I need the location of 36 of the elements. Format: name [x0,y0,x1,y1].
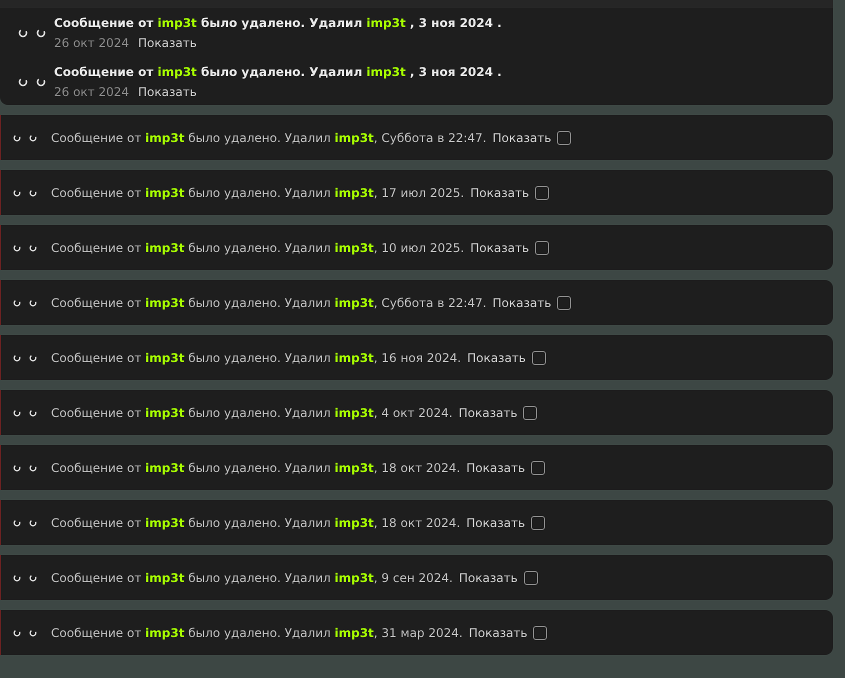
checkbox[interactable] [535,240,550,254]
deleted-message-text: Сообщение от imp3t было удалено. Удалил imp3t, 18 окт 2024. [51,516,460,530]
show-link[interactable]: Показать [470,240,530,254]
show-link[interactable]: Показать [467,350,526,364]
checkbox[interactable] [531,460,546,474]
checkbox[interactable] [557,130,572,144]
checkbox[interactable] [533,626,548,640]
checkbox[interactable] [523,406,538,420]
show-link[interactable]: Показать [138,85,197,99]
deleted-message-text: Сообщение от imp3t было удалено. Удалил imp3t, 17 июл 2025. [51,186,464,200]
checkbox[interactable] [531,516,546,530]
show-link[interactable]: Показать [470,186,530,200]
message-date: 26 окт 2024 [54,85,130,99]
deleted-message-text: Сообщение от imp3t было удалено. Удалил imp3t, Суббота в 22:47. [51,296,486,310]
message-date: 26 окт 2024 [54,36,130,50]
show-link[interactable]: Показать [492,130,552,144]
checkbox[interactable] [524,570,538,584]
show-link[interactable]: Показать [458,570,518,584]
show-link[interactable]: Показать [138,36,197,50]
show-link[interactable]: Показать [466,516,526,530]
checkbox[interactable] [532,350,546,364]
deleted-message-text: Сообщение от imp3t было удалено. Удалил imp3t , 3 ноя 2024 . [54,65,502,79]
deleted-message-text: Сообщение от imp3t было удалено. Удалил imp3t, 9 сен 2024. [51,570,453,584]
deleted-message-text: Сообщение от imp3t было удалено. Удалил imp3t, 31 мар 2024. [51,626,463,640]
show-link[interactable]: Показать [492,296,552,310]
show-link[interactable]: Показать [468,626,528,640]
checkbox[interactable] [557,296,572,310]
show-link[interactable]: Показать [466,460,526,474]
deleted-message-text: Сообщение от imp3t было удалено. Удалил imp3t, 18 окт 2024. [51,460,460,474]
deleted-message-text: Сообщение от imp3t было удалено. Удалил imp3t, 4 окт 2024. [51,406,453,420]
deleted-message-text: Сообщение от imp3t было удалено. Удалил imp3t, Суббота в 22:47. [51,130,486,144]
deleted-message-text: Сообщение от imp3t было удалено. Удалил imp3t, 10 июл 2025. [51,240,464,254]
deleted-message-text: Сообщение от imp3t было удалено. Удалил imp3t , 3 ноя 2024 . [54,16,502,30]
checkbox[interactable] [535,186,550,200]
deleted-message-text: Сообщение от imp3t было удалено. Удалил imp3t, 16 ноя 2024. [51,350,462,364]
show-link[interactable]: Показать [458,406,518,420]
